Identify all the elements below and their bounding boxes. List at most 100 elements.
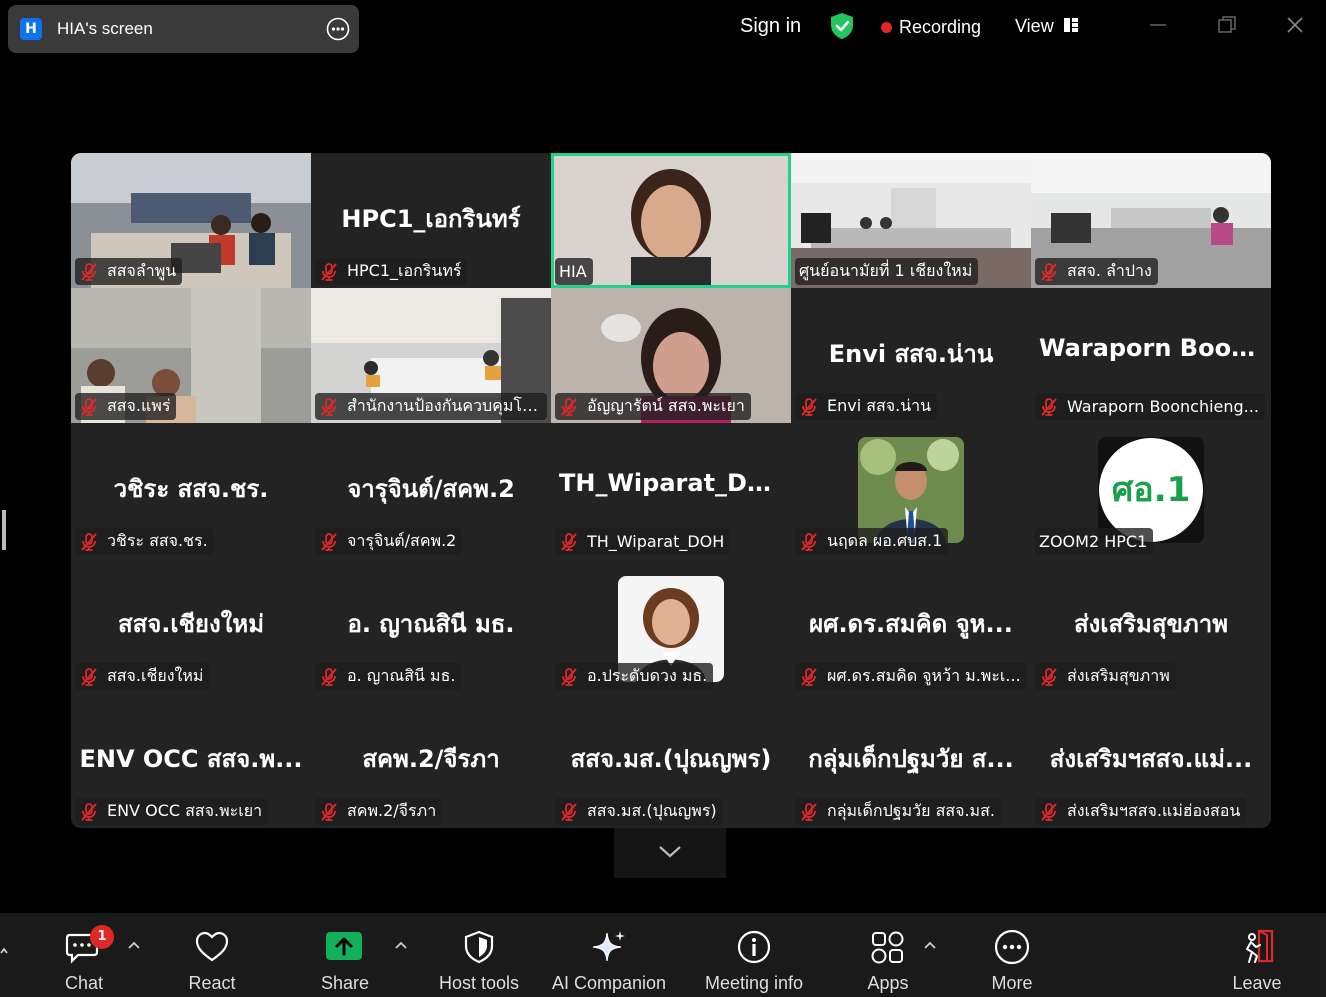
mic-muted-icon bbox=[801, 802, 817, 821]
participant-name: สสจ.มส.(ปุณญพร) bbox=[587, 801, 717, 820]
participant-tile[interactable]: ส่งเสริมสุขภาพ ส่งเสริมสุขภาพ bbox=[1031, 558, 1271, 693]
participant-name: อ. ญาณสินี มธ. bbox=[347, 666, 456, 685]
mic-muted-icon bbox=[801, 397, 817, 416]
participant-name: วชิระ สสจ.ชร. bbox=[107, 531, 208, 550]
participant-name-label: สคพ.2/จีรภา bbox=[315, 798, 443, 825]
participant-tile[interactable]: กลุ่มเด็กปฐมวัย ส... กลุ่มเด็กปฐมวัย สสจ.… bbox=[791, 693, 1031, 828]
mic-muted-icon bbox=[321, 802, 337, 821]
participant-display-name: HPC1_เอกรินทร์ bbox=[341, 205, 521, 233]
participant-name-label: อ.ประดับดวง มธ. bbox=[555, 663, 714, 690]
resize-handle[interactable] bbox=[2, 510, 6, 550]
participant-name-label: สำนักงานป้องกันควบคุมโร... bbox=[315, 393, 547, 420]
participant-tile[interactable]: Envi สสจ.น่าน Envi สสจ.น่าน bbox=[791, 288, 1031, 423]
react-label: React bbox=[188, 973, 236, 993]
share-button[interactable]: Share bbox=[310, 913, 380, 997]
mic-muted-icon bbox=[1041, 262, 1057, 281]
participant-tile[interactable]: HPC1_เอกรินทร์ HPC1_เอกรินทร์ bbox=[311, 153, 551, 288]
chat-options-caret-icon[interactable] bbox=[127, 939, 141, 953]
host-tools-button[interactable]: Host tools bbox=[430, 913, 528, 997]
participant-tile[interactable]: จารุจินต์/สคพ.2 จารุจินต์/สคพ.2 bbox=[311, 423, 551, 558]
participant-tile[interactable]: ส่งเสริมฯสสจ.แม่... ส่งเสริมฯสสจ.แม่ฮ่องส… bbox=[1031, 693, 1271, 828]
participant-tile[interactable]: สคพ.2/จีรภา สคพ.2/จีรภา bbox=[311, 693, 551, 828]
share-options-caret-icon[interactable] bbox=[394, 939, 408, 953]
share-screen-icon bbox=[326, 932, 362, 960]
scroll-down-button[interactable] bbox=[614, 828, 726, 878]
participant-name: อ.ประดับดวง มธ. bbox=[587, 666, 708, 685]
info-icon bbox=[737, 930, 771, 964]
leave-button[interactable]: Leave bbox=[1224, 913, 1290, 997]
more-options-icon[interactable] bbox=[326, 17, 350, 41]
mic-muted-icon bbox=[561, 802, 577, 821]
react-button[interactable]: React bbox=[180, 913, 244, 997]
leave-icon bbox=[1246, 929, 1274, 963]
participant-tile[interactable]: อ.ประดับดวง มธ. bbox=[551, 558, 791, 693]
screen-share-pill[interactable]: H HIA's screen bbox=[8, 5, 359, 53]
sign-in-link[interactable]: Sign in bbox=[740, 15, 801, 38]
participant-tile[interactable]: ศอ.1 ZOOM2 HPC1 bbox=[1031, 423, 1271, 558]
participant-tile[interactable]: นฤดล ผอ.ศบส.1 bbox=[791, 423, 1031, 558]
participant-tile[interactable]: สสจ.แพร่ bbox=[71, 288, 311, 423]
participant-tile[interactable]: HIA bbox=[551, 153, 791, 288]
close-icon[interactable] bbox=[1284, 14, 1306, 36]
screen-share-title: HIA's screen bbox=[57, 19, 153, 38]
participant-name-label: วชิระ สสจ.ชร. bbox=[75, 528, 214, 555]
participant-tile[interactable]: สสจลำพูน bbox=[71, 153, 311, 288]
more-button[interactable]: More bbox=[980, 913, 1044, 997]
meeting-info-button[interactable]: Meeting info bbox=[694, 913, 814, 997]
participant-name: HPC1_เอกรินทร์ bbox=[347, 261, 462, 280]
recording-dot-icon bbox=[881, 22, 892, 33]
participant-name: ส่งเสริมสุขภาพ bbox=[1067, 666, 1170, 685]
view-menu[interactable]: View bbox=[1015, 16, 1054, 37]
mic-muted-icon bbox=[561, 397, 577, 416]
participant-tile[interactable]: อ. ญาณสินี มธ. อ. ญาณสินี มธ. bbox=[311, 558, 551, 693]
participant-name: นฤดล ผอ.ศบส.1 bbox=[827, 531, 943, 550]
apps-options-caret-icon[interactable] bbox=[923, 939, 937, 953]
mic-muted-icon bbox=[1041, 397, 1057, 416]
participant-tile[interactable]: ENV OCC สสจ.พ... ENV OCC สสจ.พะเยา bbox=[71, 693, 311, 828]
participant-tile[interactable]: สสจ.เชียงใหม่ สสจ.เชียงใหม่ bbox=[71, 558, 311, 693]
participant-tile[interactable]: TH_Wiparat_DOH TH_Wiparat_DOH bbox=[551, 423, 791, 558]
participant-name-label: ผศ.ดร.สมคิด จูหว้า ม.พะเ... bbox=[795, 663, 1027, 690]
restore-icon[interactable] bbox=[1216, 14, 1238, 36]
mic-muted-icon bbox=[81, 667, 97, 686]
chat-unread-badge: 1 bbox=[90, 925, 114, 949]
participant-name: ส่งเสริมฯสสจ.แม่ฮ่องสอน bbox=[1067, 801, 1241, 820]
more-icon bbox=[994, 929, 1030, 965]
participant-tile[interactable]: ผศ.ดร.สมคิด จูห... ผศ.ดร.สมคิด จูหว้า ม.พ… bbox=[791, 558, 1031, 693]
participant-name: กลุ่มเด็กปฐมวัย สสจ.มส. bbox=[827, 801, 995, 820]
participant-name-label: HIA bbox=[555, 258, 593, 285]
participant-tile[interactable]: สสจ.มส.(ปุณญพร) สสจ.มส.(ปุณญพร) bbox=[551, 693, 791, 828]
participant-name-label: ส่งเสริมฯสสจ.แม่ฮ่องสอน bbox=[1035, 798, 1247, 825]
chevron-down-icon bbox=[659, 846, 681, 858]
participant-name: ENV OCC สสจ.พะเยา bbox=[107, 801, 263, 820]
encryption-shield-icon[interactable] bbox=[829, 12, 855, 40]
grid-view-icon[interactable] bbox=[1063, 17, 1079, 33]
participant-name-label: ศูนย์อนามัยที่ 1 เชียงใหม่ bbox=[795, 258, 979, 285]
apps-button[interactable]: Apps bbox=[856, 913, 920, 997]
participant-tile[interactable]: Waraporn Boon... Waraporn Boonchieng... bbox=[1031, 288, 1271, 423]
participant-name-label: สสจ.แพร่ bbox=[75, 393, 177, 420]
participant-display-name: ส่งเสริมฯสสจ.แม่... bbox=[1049, 745, 1253, 773]
logo-text: ศอ.1 bbox=[1112, 470, 1191, 510]
participant-display-name: ผศ.ดร.สมคิด จูห... bbox=[809, 610, 1013, 638]
mic-muted-icon bbox=[801, 667, 817, 686]
caret-left-icon[interactable] bbox=[0, 945, 8, 957]
participant-name-label: จารุจินต์/สคพ.2 bbox=[315, 528, 463, 555]
participant-tile[interactable]: ศูนย์อนามัยที่ 1 เชียงใหม่ bbox=[791, 153, 1031, 288]
participant-name-label: กลุ่มเด็กปฐมวัย สสจ.มส. bbox=[795, 798, 1001, 825]
participant-name: TH_Wiparat_DOH bbox=[587, 532, 725, 551]
apps-icon bbox=[871, 931, 904, 964]
sparkle-icon bbox=[592, 931, 625, 962]
participant-name-label: ENV OCC สสจ.พะเยา bbox=[75, 798, 269, 825]
ai-companion-button[interactable]: AI Companion bbox=[546, 913, 672, 997]
recording-status[interactable]: Recording bbox=[899, 17, 981, 38]
participant-display-name: ส่งเสริมสุขภาพ bbox=[1073, 610, 1229, 638]
participant-tile[interactable]: สำนักงานป้องกันควบคุมโร... bbox=[311, 288, 551, 423]
participant-tile[interactable]: อัญญารัตน์ สสจ.พะเยา bbox=[551, 288, 791, 423]
ai-companion-label: AI Companion bbox=[551, 973, 667, 993]
host-shield-icon bbox=[464, 930, 494, 964]
participant-tile[interactable]: สสจ. ลำปาง bbox=[1031, 153, 1271, 288]
participant-tile[interactable]: วชิระ สสจ.ชร. วชิระ สสจ.ชร. bbox=[71, 423, 311, 558]
minimize-icon[interactable] bbox=[1147, 14, 1169, 36]
chat-button[interactable]: 1 Chat bbox=[52, 913, 116, 997]
